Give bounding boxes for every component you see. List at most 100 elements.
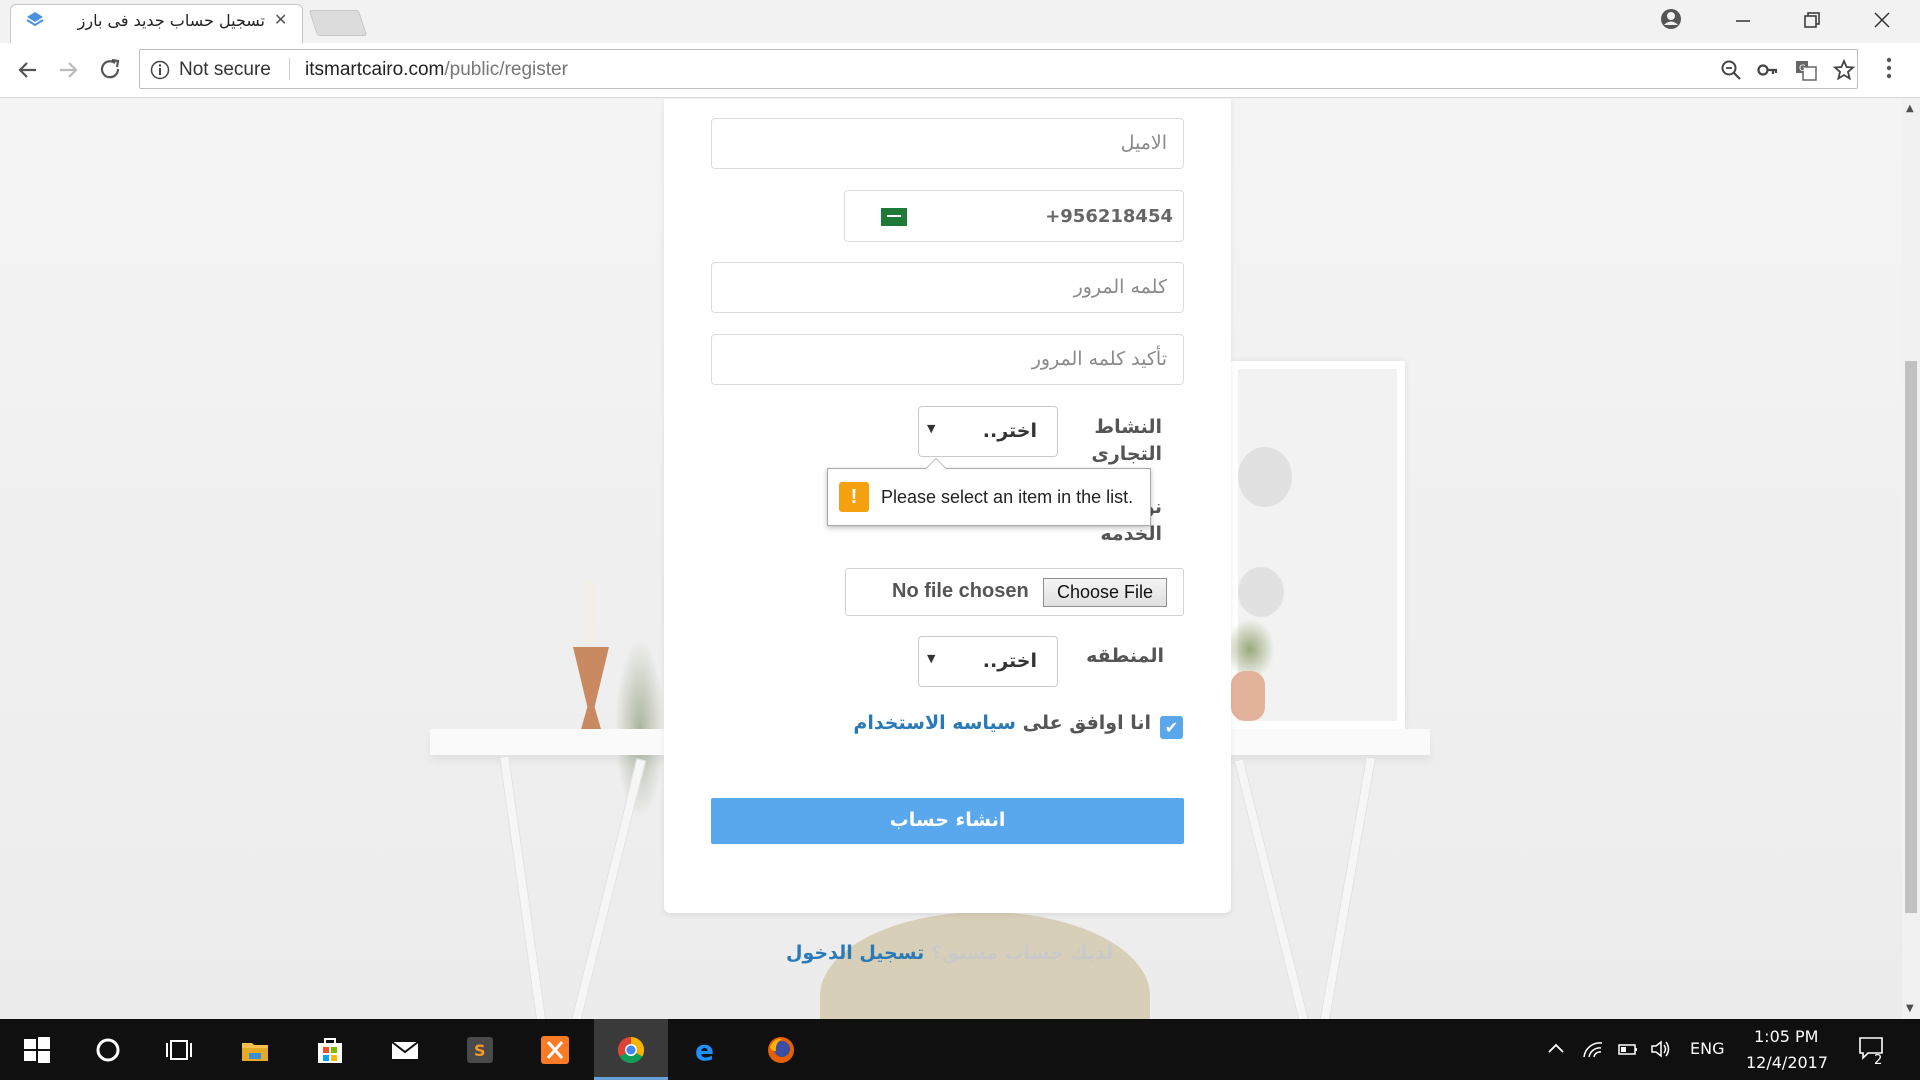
xampp-icon (541, 1036, 569, 1064)
tab-title: تسجيل حساب جديد فى بارز (77, 11, 265, 30)
warning-icon: ! (839, 482, 869, 512)
bookmark-star-icon[interactable] (1833, 59, 1855, 81)
forward-icon[interactable] (54, 56, 82, 84)
password-field[interactable]: كلمه المرور (711, 262, 1184, 313)
sublime-text-button[interactable]: S (443, 1019, 517, 1080)
security-label[interactable]: Not secure (179, 59, 271, 81)
phone-value: +956218454 (1045, 206, 1173, 227)
mail-icon (391, 1041, 419, 1059)
business-select[interactable]: اختر.. ▼ (918, 406, 1058, 457)
file-input[interactable]: No file chosen Choose File (845, 568, 1184, 616)
scrollbar-thumb[interactable] (1905, 361, 1917, 913)
tab-close-icon[interactable]: ✕ (274, 10, 287, 29)
table-leg (499, 755, 551, 1019)
translate-icon[interactable]: G (1795, 59, 1817, 81)
url-host: itsmartcairo.com (305, 59, 445, 80)
phone-field[interactable]: +956218454 (844, 190, 1184, 242)
url-text[interactable]: itsmartcairo.com/public/register (305, 59, 568, 81)
validation-message: Please select an item in the list. (881, 487, 1134, 507)
start-button[interactable] (0, 1019, 74, 1080)
address-bar[interactable]: Not secure itsmartcairo.com/public/regis… (139, 49, 1858, 89)
region-select-value: اختر.. (982, 650, 1037, 672)
terms-checkbox[interactable]: ✔ (1160, 716, 1183, 739)
windows-taskbar: S e ENG 1:05 PM 12/4/2017 2 (0, 1019, 1920, 1080)
table-leg (563, 758, 647, 1019)
terms-text: انا اوافق على سياسه الاستخدام (853, 712, 1151, 734)
svg-text:G: G (1799, 64, 1806, 74)
close-window-icon[interactable] (1873, 11, 1891, 29)
background-candle (585, 582, 595, 644)
table-leg (1314, 756, 1376, 1019)
wifi-icon[interactable] (1582, 1039, 1604, 1059)
background-pot (1231, 671, 1265, 721)
url-path: /public/register (444, 59, 568, 80)
svg-text:e: e (695, 1035, 714, 1065)
battery-icon[interactable] (1616, 1039, 1638, 1059)
menu-icon[interactable] (1886, 57, 1892, 79)
tray-chevron-icon[interactable] (1545, 1039, 1567, 1059)
profile-icon[interactable] (1660, 8, 1682, 30)
cortana-button[interactable] (71, 1019, 145, 1080)
reload-icon[interactable] (97, 56, 125, 84)
volume-icon[interactable] (1650, 1039, 1672, 1059)
terms-link[interactable]: سياسه الاستخدام (853, 712, 1016, 734)
create-account-button[interactable]: انشاء حساب (711, 798, 1184, 844)
new-tab-button[interactable] (308, 10, 368, 36)
dropdown-arrow-icon: ▼ (927, 652, 936, 665)
validation-tooltip: ! Please select an item in the list. (827, 458, 1151, 526)
frame-circle (1238, 447, 1292, 507)
file-status: No file chosen (892, 580, 1029, 602)
firefox-button[interactable] (744, 1019, 818, 1080)
windows-logo-icon (24, 1037, 50, 1063)
mail-button[interactable] (368, 1019, 442, 1080)
browser-toolbar: Not secure itsmartcairo.com/public/regis… (0, 43, 1920, 98)
file-explorer-button[interactable] (218, 1019, 292, 1080)
folder-icon (242, 1043, 268, 1061)
scroll-up-icon[interactable]: ▲ (1906, 103, 1914, 114)
notification-count: 2 (1874, 1053, 1883, 1068)
table-leg (1233, 758, 1317, 1019)
login-prompt: لديك حساب مسبق؟ تسجيل الدخول (786, 942, 1113, 964)
browser-titlebar: تسجيل حساب جديد فى بارز ✕ (0, 0, 1920, 43)
background-chair (820, 912, 1150, 1019)
password-placeholder: كلمه المرور (1073, 276, 1167, 298)
edge-button[interactable]: e (669, 1019, 743, 1080)
region-label: المنطقه (1086, 645, 1164, 667)
xampp-button[interactable] (518, 1019, 592, 1080)
store-button[interactable] (293, 1019, 367, 1080)
cortana-circle-icon (96, 1038, 120, 1062)
minimize-icon[interactable] (1734, 12, 1752, 30)
confirm-password-field[interactable]: تأكيد كلمه المرور (711, 334, 1184, 385)
confirm-password-placeholder: تأكيد كلمه المرور (1031, 348, 1167, 370)
email-field[interactable]: الاميل (711, 118, 1184, 169)
saudi-flag-icon[interactable] (881, 208, 907, 226)
page-viewport: الاميل +956218454 كلمه المرور تأكيد كلمه… (0, 99, 1902, 1019)
login-link[interactable]: تسجيل الدخول (786, 942, 924, 964)
clock-time[interactable]: 1:05 PM (1754, 1027, 1818, 1046)
email-placeholder: الاميل (1120, 132, 1167, 154)
back-icon[interactable] (14, 56, 42, 84)
chrome-button[interactable] (594, 1019, 668, 1080)
dropdown-arrow-icon: ▼ (927, 422, 936, 435)
scroll-down-icon[interactable]: ▼ (1906, 1003, 1914, 1014)
background-succulent (1225, 619, 1275, 679)
task-view-button[interactable] (142, 1019, 216, 1080)
info-icon[interactable] (150, 60, 170, 80)
store-bag-icon (318, 1038, 342, 1063)
choose-file-button[interactable]: Choose File (1043, 578, 1167, 607)
clock-date[interactable]: 12/4/2017 (1746, 1053, 1828, 1072)
language-indicator[interactable]: ENG (1690, 1039, 1724, 1058)
business-label: النشاط التجارى (1091, 416, 1162, 465)
firefox-icon (768, 1037, 794, 1063)
agree-text: انا اوافق على (1022, 712, 1151, 734)
task-view-icon (166, 1040, 192, 1060)
frame-circle (1238, 567, 1284, 617)
zoom-icon[interactable] (1720, 59, 1742, 81)
address-separator (289, 58, 290, 80)
edge-icon: e (695, 1035, 714, 1065)
restore-icon[interactable] (1803, 11, 1821, 29)
key-icon[interactable] (1757, 59, 1779, 81)
login-question: لديك حساب مسبق؟ (930, 942, 1114, 964)
page-scrollbar[interactable]: ▲ ▼ (1902, 99, 1920, 1019)
region-select[interactable]: اختر.. ▼ (918, 636, 1058, 687)
